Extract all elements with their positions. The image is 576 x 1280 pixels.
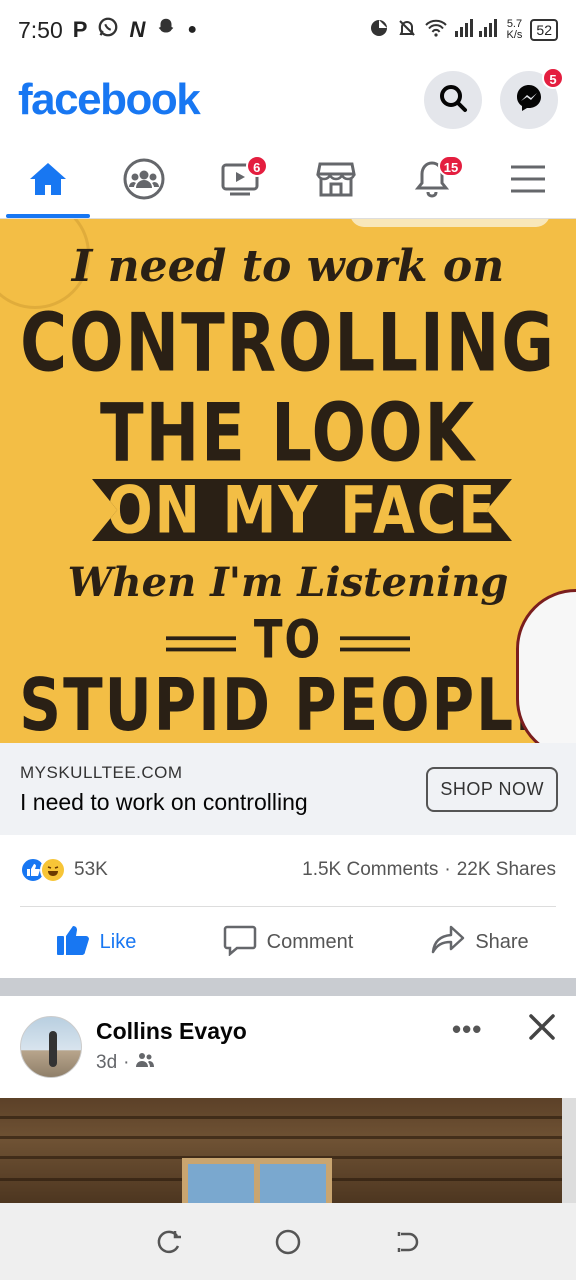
- messenger-icon: [513, 82, 545, 119]
- messenger-button[interactable]: 5: [500, 67, 564, 129]
- snapchat-icon: [155, 16, 177, 44]
- divider: [20, 906, 556, 907]
- hamburger-menu-icon: [509, 163, 547, 200]
- post-header: Collins Evayo 3d · •••: [0, 996, 576, 1096]
- search-icon: [438, 83, 468, 118]
- tab-watch[interactable]: 6: [192, 145, 288, 218]
- status-time: 7:50: [18, 16, 63, 43]
- poster-line-1: I need to work on: [71, 241, 505, 292]
- search-button[interactable]: [424, 71, 482, 129]
- more-dots-icon: •••: [452, 1014, 483, 1044]
- close-icon: [528, 1012, 556, 1048]
- main-nav-tabs: 6 15: [0, 145, 576, 219]
- hide-post-button[interactable]: [528, 1012, 556, 1049]
- messenger-badge: 5: [542, 67, 564, 89]
- whatsapp-icon: [97, 16, 119, 44]
- signal-icon: [454, 18, 499, 42]
- mute-bell-icon: [397, 18, 417, 43]
- link-preview[interactable]: MYSKULLTEE.COM I need to work on control…: [0, 743, 576, 835]
- recent-apps-button[interactable]: [155, 1228, 183, 1256]
- post-time[interactable]: 3d: [96, 1052, 117, 1074]
- share-label: Share: [475, 931, 529, 953]
- network-speed: 5.7 K/s: [507, 19, 523, 41]
- comment-button[interactable]: Comment: [192, 910, 384, 975]
- back-button[interactable]: [393, 1228, 421, 1256]
- poster-line-2: CONTROLLING: [20, 297, 556, 391]
- plank-line: [0, 1136, 576, 1139]
- tab-notifications[interactable]: 15: [384, 145, 480, 218]
- poster-line-7: STUPID PEOPLE: [19, 662, 557, 744]
- poster-line-6-wrap: TO: [0, 609, 576, 670]
- image-overlay-pill: [350, 219, 550, 227]
- decorative-dash-left: [165, 635, 236, 651]
- battery-icon: 52: [530, 19, 558, 41]
- haha-reaction-icon: [40, 857, 66, 883]
- wifi-icon: [424, 19, 447, 42]
- pinterest-notification-icon: P: [72, 17, 88, 42]
- feed-separator: [0, 978, 576, 996]
- comment-bubble-icon: [223, 924, 257, 962]
- friends-audience-icon: [135, 1052, 155, 1074]
- data-saver-icon: [369, 18, 389, 43]
- more-notifications-dot-icon: ●: [187, 21, 198, 38]
- watch-badge: 6: [245, 155, 268, 177]
- avatar[interactable]: [20, 1016, 82, 1078]
- shares-count[interactable]: 22K Shares: [457, 859, 556, 881]
- author-name[interactable]: Collins Evayo: [96, 1018, 247, 1045]
- post-image[interactable]: I need to work on CONTROLLING THE LOOK O…: [0, 219, 576, 743]
- notifications-badge: 15: [437, 155, 465, 177]
- more-options-button[interactable]: •••: [452, 1014, 482, 1045]
- window-image: [182, 1158, 332, 1203]
- system-nav-bar: [0, 1203, 576, 1280]
- reactions-summary[interactable]: 53K 1.5K Comments · 22K Shares: [20, 850, 556, 890]
- status-bar: 7:50 P N ● 5.7 K/s 52: [0, 0, 576, 60]
- like-button[interactable]: Like: [0, 910, 192, 975]
- plank-line: [0, 1116, 576, 1119]
- post-actions: Like Comment Share: [0, 910, 576, 975]
- poster-line-6: TO: [253, 608, 323, 671]
- like-label: Like: [99, 931, 137, 953]
- marketplace-store-icon: [316, 160, 356, 203]
- home-button[interactable]: [274, 1228, 302, 1256]
- comments-count[interactable]: 1.5K Comments: [302, 859, 438, 881]
- facebook-logo: facebook: [18, 75, 201, 124]
- post-meta: 3d ·: [96, 1052, 155, 1074]
- tab-home[interactable]: [0, 145, 96, 218]
- home-icon: [28, 161, 68, 202]
- meta-separator: ·: [123, 1052, 130, 1073]
- separator-dot: ·: [444, 859, 451, 880]
- post-image-2[interactable]: [0, 1098, 576, 1203]
- poster-line-3: THE LOOK: [99, 387, 477, 481]
- thumbs-up-icon: [56, 924, 90, 962]
- share-arrow-icon: [431, 925, 465, 961]
- poster-banner: ON MY FACE: [92, 479, 512, 541]
- shop-now-button[interactable]: SHOP NOW: [426, 767, 558, 812]
- share-button[interactable]: Share: [384, 910, 576, 975]
- decorative-dash-right: [340, 635, 411, 651]
- groups-icon: [123, 158, 165, 205]
- tab-menu[interactable]: [480, 145, 576, 218]
- network-speed-unit: K/s: [506, 29, 523, 41]
- news-notification-icon: N: [129, 17, 146, 42]
- tab-marketplace[interactable]: [288, 145, 384, 218]
- poster-line-5: When I'm Listening: [67, 559, 509, 606]
- poster-line-4: ON MY FACE: [106, 472, 498, 548]
- reactions-count: 53K: [74, 859, 108, 880]
- tab-groups[interactable]: [96, 145, 192, 218]
- app-header: facebook 5: [0, 60, 576, 140]
- comment-label: Comment: [266, 931, 354, 953]
- image-edge: [562, 1098, 576, 1203]
